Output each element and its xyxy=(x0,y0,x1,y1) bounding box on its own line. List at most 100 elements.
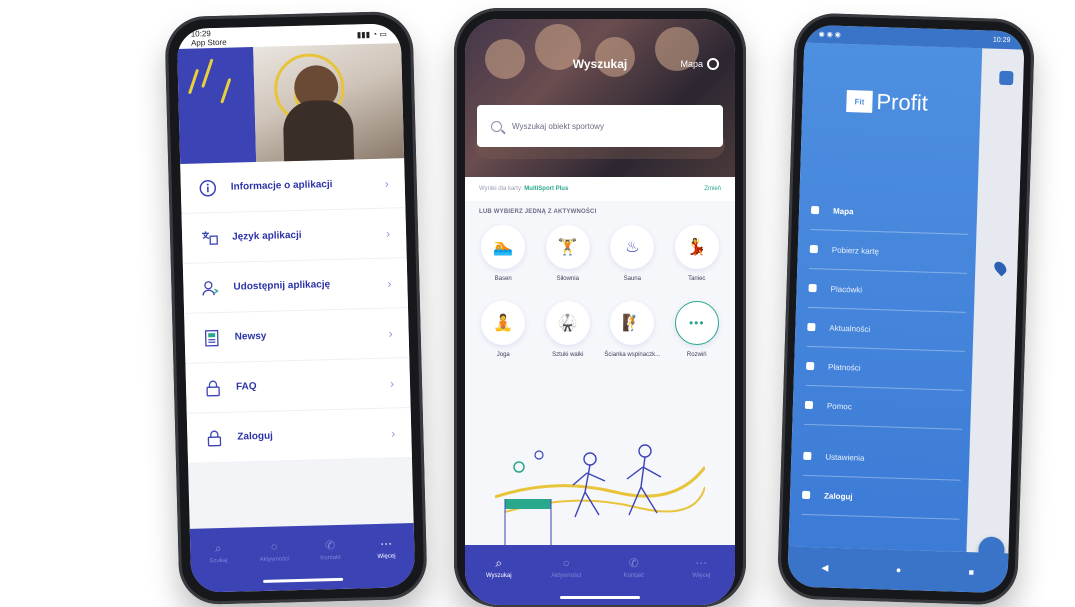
runners-illustration xyxy=(495,444,705,550)
bottom-nav: ⌕ Szukaj ○ Aktywności ✆ Kontakt ⋯ Więcej xyxy=(189,522,416,593)
category-climbing[interactable]: 🧗 Ścianka wspinaczk... xyxy=(600,301,665,367)
map-menu-button[interactable] xyxy=(999,70,1014,86)
card-icon xyxy=(809,244,818,254)
status-carrier: App Store xyxy=(190,37,227,48)
map-pin-icon[interactable] xyxy=(991,259,1009,277)
menu-item-language[interactable]: Język aplikacji › xyxy=(181,208,407,264)
menu-item-label: Język aplikacji xyxy=(231,229,302,243)
menu-item-label: Informacje o aplikacji xyxy=(230,179,333,193)
notification-icons: ◉ ◉ ◉ xyxy=(818,31,841,39)
category-swimming[interactable]: 🏊 Basen xyxy=(471,225,536,291)
hero-photo xyxy=(253,43,405,162)
drawer-item-get-card[interactable]: Pobierz kartę xyxy=(809,229,969,274)
lock-icon xyxy=(203,426,226,449)
category-expand[interactable]: ••• Rozwiń xyxy=(665,301,730,367)
profit-logo: Fit Profit xyxy=(846,88,928,117)
language-icon xyxy=(198,226,221,249)
hero-banner xyxy=(177,43,405,164)
recents-icon[interactable]: ■ xyxy=(968,567,974,577)
home-icon[interactable]: ● xyxy=(896,565,902,575)
back-icon[interactable]: ◀ xyxy=(821,562,828,573)
home-indicator[interactable] xyxy=(263,577,344,583)
yoga-icon: 🧘 xyxy=(481,301,526,345)
search-input[interactable]: Wyszukaj obiekt sportowy xyxy=(477,105,723,147)
sauna-icon: ♨ xyxy=(610,225,655,269)
menu-item-faq[interactable]: FAQ › xyxy=(185,358,411,414)
menu-item-info[interactable]: Informacje o aplikacji › xyxy=(180,158,406,214)
search-icon: ⌕ xyxy=(495,556,503,570)
menu-item-login[interactable]: Zaloguj › xyxy=(186,408,412,464)
drawer-item-login[interactable]: Zaloguj xyxy=(801,475,961,520)
swimming-icon: 🏊 xyxy=(481,225,526,269)
search-icon: ⌕ xyxy=(214,541,222,556)
map-marker-icon xyxy=(810,205,820,215)
drawer-item-news[interactable]: Aktualności xyxy=(806,307,966,352)
activity-icon: ○ xyxy=(270,539,279,554)
menu-item-label: FAQ xyxy=(235,381,257,393)
chevron-right-icon: › xyxy=(387,275,392,291)
logo-badge: Fit xyxy=(846,90,873,113)
home-indicator[interactable] xyxy=(560,596,640,599)
drawer-item-payments[interactable]: Płatności xyxy=(805,346,965,391)
hero-blue-panel xyxy=(177,47,257,164)
gym-icon: 🏋 xyxy=(545,225,590,269)
search-screen: Wyszukaj Mapa Wyszukaj obiekt sportowy W… xyxy=(465,19,735,605)
map-icon xyxy=(707,58,719,70)
nav-tab-search[interactable]: ⌕ Szukaj xyxy=(196,541,241,565)
section-label: LUB WYBIERZ JEDNĄ Z AKTYWNOŚCI xyxy=(479,209,597,215)
news-icon xyxy=(807,322,816,332)
nav-tab-activities[interactable]: ○ Aktywności xyxy=(252,540,297,563)
menu-item-label: Newsy xyxy=(234,330,267,343)
drawer-item-help[interactable]: Pomoc xyxy=(804,385,964,430)
help-icon xyxy=(804,400,814,410)
more-icon: ⋯ xyxy=(695,556,708,570)
menu-item-label: Udostępnij aplikację xyxy=(233,279,331,293)
gear-icon xyxy=(803,451,812,461)
hero-photo: Wyszukaj Mapa Wyszukaj obiekt sportowy xyxy=(465,19,735,177)
drawer-item-settings[interactable]: Ustawienia xyxy=(802,436,962,481)
activity-icon: ○ xyxy=(562,556,570,570)
lock-icon xyxy=(202,376,225,399)
navigation-drawer: Fit Profit Mapa Pobierz kartę Placówki A… xyxy=(788,42,983,553)
nav-tab-more[interactable]: ⋯ Więcej xyxy=(364,537,409,560)
android-nav-bar: ◀ ● ■ xyxy=(787,546,1009,594)
drawer-screen: ◉ ◉ ◉ 10:29 Fit Profit Mapa Pobierz kart… xyxy=(787,24,1025,594)
phone-icon: ✆ xyxy=(325,538,336,553)
map-toggle-button[interactable]: Mapa xyxy=(680,58,719,70)
card-filter-bar: Wyniki dla karty: MultiSport Plus Zmień xyxy=(465,177,735,201)
drawer-item-facilities[interactable]: Placówki xyxy=(807,268,968,313)
more-icon: ⋯ xyxy=(380,536,393,551)
card-name: MultiSport Plus xyxy=(524,186,569,192)
category-yoga[interactable]: 🧘 Joga xyxy=(471,301,536,367)
change-card-link[interactable]: Zmień xyxy=(704,186,721,192)
search-placeholder: Wyszukaj obiekt sportowy xyxy=(512,121,604,131)
lock-icon xyxy=(801,490,811,500)
drawer-menu: Mapa Pobierz kartę Placówki Aktualności … xyxy=(801,190,970,520)
category-martial-arts[interactable]: 🥋 Sztuki walki xyxy=(536,301,601,367)
settings-screen: 10:29 App Store ▮▮▮ ◔ ▭ Informacje o apl… xyxy=(176,23,416,593)
category-gym[interactable]: 🏋 Siłownia xyxy=(536,225,601,291)
menu-item-share[interactable]: Udostępnij aplikację › xyxy=(182,258,409,314)
chevron-right-icon: › xyxy=(391,425,396,441)
nav-tab-more[interactable]: ⋯ Więcej xyxy=(679,557,723,605)
category-sauna[interactable]: ♨ Sauna xyxy=(600,225,665,291)
building-icon xyxy=(808,283,817,293)
search-icon xyxy=(491,120,502,132)
climbing-icon: 🧗 xyxy=(610,301,655,345)
nav-tab-contact[interactable]: ✆ Kontakt xyxy=(308,538,353,562)
menu-item-news[interactable]: Newsy › xyxy=(184,308,410,364)
info-icon xyxy=(197,176,220,199)
phone-search-screen: Wyszukaj Mapa Wyszukaj obiekt sportowy W… xyxy=(454,8,746,607)
phone-icon: ✆ xyxy=(628,556,639,570)
menu-item-label: Zaloguj xyxy=(237,430,274,443)
more-dots-icon: ••• xyxy=(674,301,719,345)
phone-drawer-menu: ◉ ◉ ◉ 10:29 Fit Profit Mapa Pobierz kart… xyxy=(776,12,1036,606)
showcase-stage: 10:29 App Store ▮▮▮ ◔ ▭ Informacje o apl… xyxy=(0,0,1075,607)
drawer-item-map[interactable]: Mapa xyxy=(810,190,970,235)
chevron-right-icon: › xyxy=(389,375,395,391)
share-user-icon xyxy=(199,276,222,299)
category-dance[interactable]: 💃 Taniec xyxy=(665,225,730,291)
payment-icon xyxy=(806,361,815,371)
chevron-right-icon: › xyxy=(388,325,393,341)
nav-tab-search[interactable]: ⌕ Wyszukaj xyxy=(477,557,521,605)
